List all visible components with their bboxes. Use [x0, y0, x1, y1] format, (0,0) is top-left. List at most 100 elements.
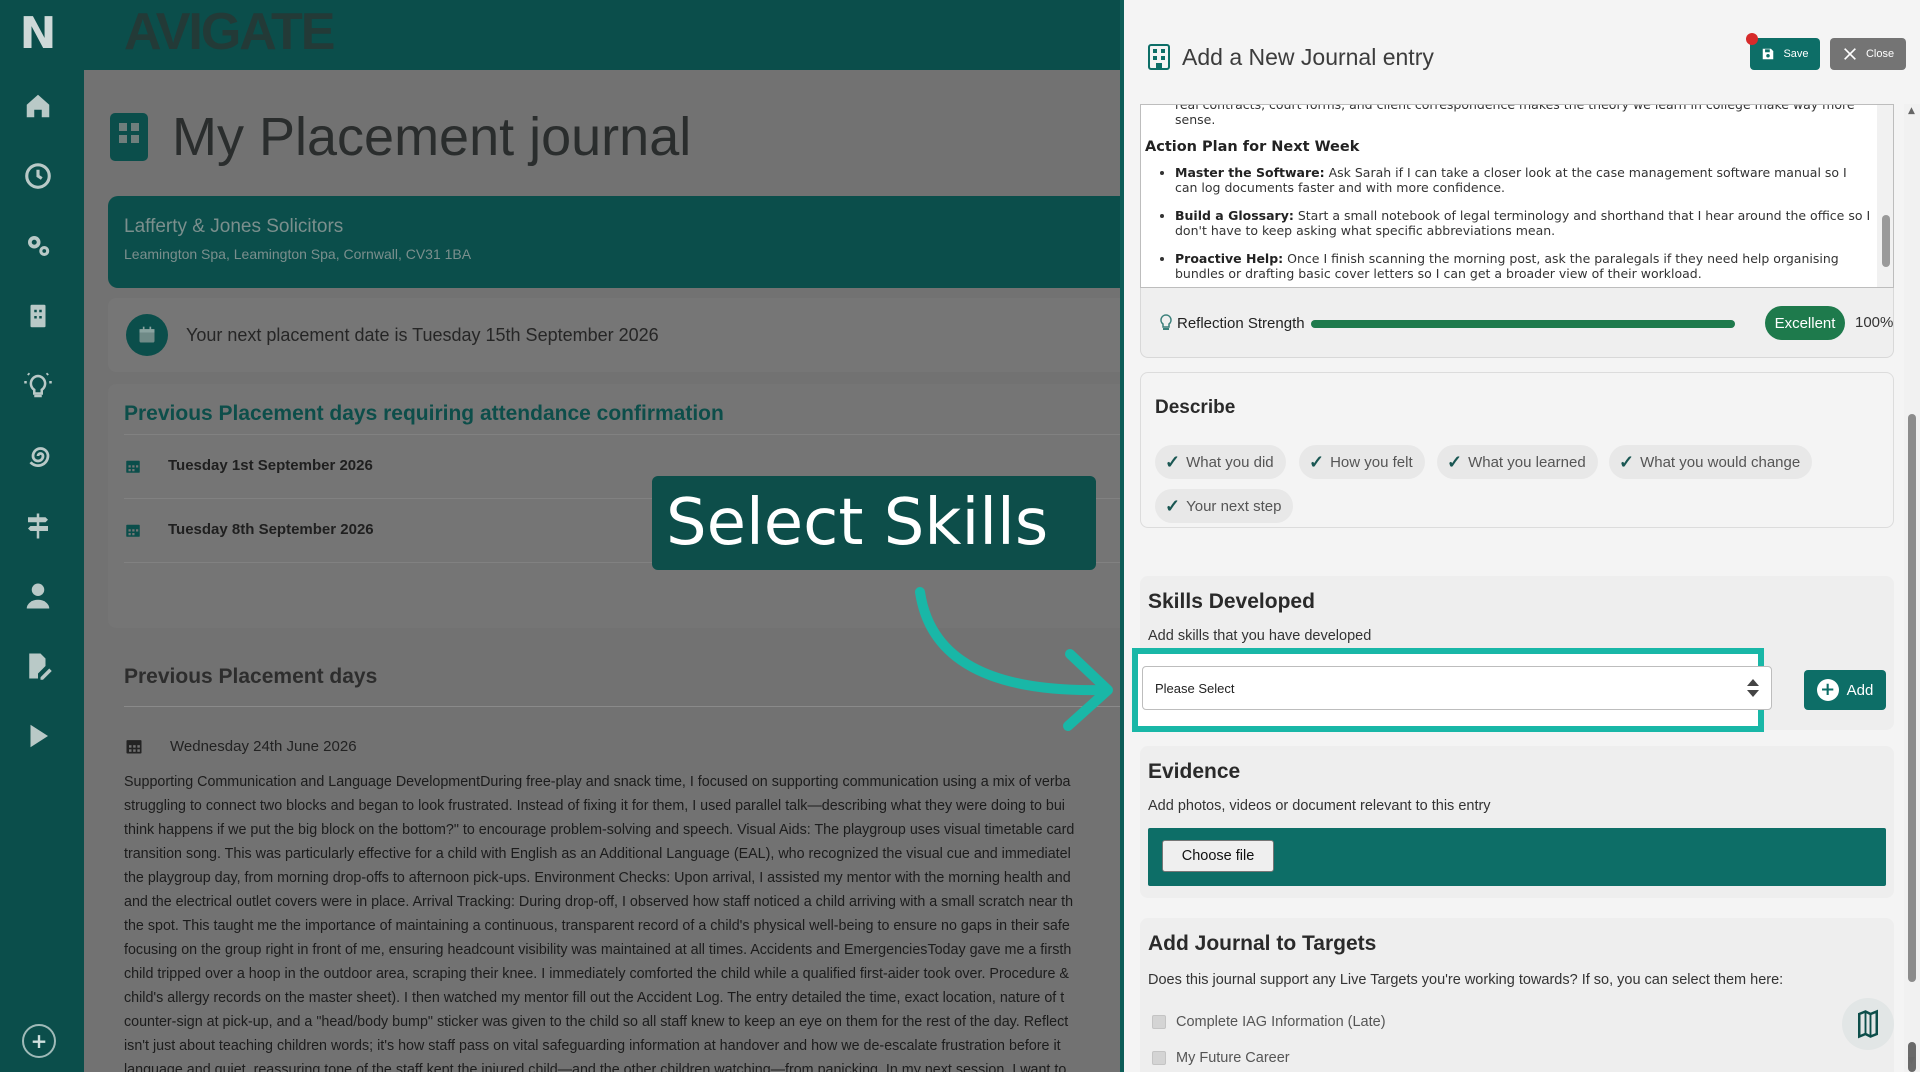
save-label: Save [1783, 48, 1809, 60]
building-icon [110, 113, 148, 161]
check-icon: ✓ [1309, 451, 1325, 472]
placement-card[interactable]: Lafferty & Jones Solicitors Leamington S… [108, 196, 1120, 288]
sidebar-nav: N + [0, 0, 84, 1072]
edit-document-icon[interactable] [18, 646, 58, 686]
add-label: Add [1846, 681, 1874, 699]
entry-line: child tripped over a hoop in the outdoor… [124, 966, 1069, 982]
main-content: My Placement journal Lafferty & Jones So… [84, 70, 1120, 1072]
page-title: My Placement journal [172, 107, 692, 167]
plus-circle-icon[interactable]: + [22, 1024, 56, 1058]
lightbulb-icon[interactable] [18, 366, 58, 406]
plus-icon: + [1816, 679, 1839, 701]
entry-line: transition song. This was particularly e… [124, 846, 1071, 862]
describe-chip[interactable]: ✓ How you felt [1299, 445, 1425, 479]
calendar-icon [126, 314, 168, 356]
reflection-progress-bar [1311, 320, 1735, 328]
editor-heading: Action Plan for Next Week [1145, 139, 1360, 155]
page-header: My Placement journal [110, 106, 691, 168]
choose-file-button[interactable]: Choose file [1162, 840, 1274, 872]
gears-icon[interactable] [18, 226, 58, 266]
play-icon[interactable] [18, 716, 58, 756]
skills-subtitle: Add skills that you have developed [1148, 628, 1372, 644]
check-icon: ✓ [1619, 451, 1635, 472]
spiral-icon[interactable] [18, 436, 58, 476]
check-icon: ✓ [1165, 495, 1181, 516]
close-label: Close [1865, 48, 1895, 60]
building-icon[interactable] [18, 296, 58, 336]
unsaved-indicator [1746, 33, 1758, 45]
entry-date: Wednesday 24th June 2026 [170, 737, 357, 755]
entry-line: struggling to connect two blocks and beg… [124, 798, 1065, 814]
scroll-up-icon[interactable]: ▲ [1908, 106, 1915, 116]
entry-line: think happens if we put the big block on… [124, 822, 1075, 838]
add-skill-button[interactable]: + Add [1804, 670, 1886, 710]
skills-select-value: Please Select [1155, 680, 1235, 696]
panel-header: Add a New Journal entry Save Close [1124, 0, 1920, 104]
entry-line: counter-sign at pick-up, and a "head/bod… [124, 1014, 1069, 1030]
evidence-title: Evidence [1148, 760, 1241, 783]
home-icon[interactable] [18, 86, 58, 126]
reflection-percent: 100% [1855, 314, 1894, 331]
entry-line: and the electrical outlet covers were in… [124, 894, 1074, 910]
reflection-badge: Excellent [1765, 306, 1845, 340]
target-option[interactable]: My Future Career [1152, 1050, 1290, 1066]
editor-bullet: Build a Glossary: Start a small notebook… [1175, 208, 1873, 238]
targets-card: Add Journal to Targets Does this journal… [1140, 918, 1894, 1072]
describe-chip[interactable]: ✓ What you would change [1609, 445, 1813, 479]
target-checkbox[interactable] [1152, 1051, 1166, 1065]
entry-date-row: Wednesday 24th June 2026 [124, 736, 357, 756]
editor-bullet: Proactive Help: Once I finish scanning t… [1175, 251, 1873, 281]
entry-line: Supporting Communication and Language De… [124, 774, 1071, 790]
reflection-strength-card: Reflection Strength Excellent 100% [1140, 288, 1894, 358]
target-checkbox[interactable] [1152, 1015, 1166, 1029]
assistant-widget-icon[interactable] [1842, 998, 1894, 1050]
describe-chip[interactable]: ✓ Your next step [1155, 489, 1294, 523]
scroll-down-icon[interactable]: ▼ [1908, 1056, 1915, 1066]
editor-bullet: Master the Software: Ask Sarah if I can … [1175, 165, 1873, 195]
user-icon[interactable] [18, 576, 58, 616]
clock-icon[interactable] [18, 156, 58, 196]
check-icon: ✓ [1447, 451, 1463, 472]
tutorial-arrow-icon [915, 587, 1113, 731]
close-button[interactable]: Close [1830, 38, 1906, 70]
signpost-icon[interactable] [18, 506, 58, 546]
target-label: My Future Career [1176, 1050, 1290, 1066]
target-option[interactable]: Complete IAG Information (Late) [1152, 1014, 1386, 1030]
save-button[interactable]: Save [1750, 38, 1820, 70]
describe-chip[interactable]: ✓ What you did [1155, 445, 1286, 479]
editor-scrollbar[interactable] [1877, 105, 1893, 287]
app-logo[interactable]: N [18, 12, 58, 56]
check-icon: ✓ [1165, 451, 1181, 472]
brand-logo[interactable]: AVIGATE [124, 2, 335, 62]
editor-content: real contracts, court forms, and client … [1145, 105, 1873, 287]
describe-chip[interactable]: ✓ What you learned [1437, 445, 1598, 479]
placement-name: Lafferty & Jones Solicitors [124, 216, 344, 237]
skills-select[interactable]: Please Select [1142, 666, 1772, 710]
entry-line: isn't just about teaching children words… [124, 1038, 1061, 1054]
panel-scrollbar[interactable]: ▲ ▼ [1904, 104, 1920, 1072]
target-label: Complete IAG Information (Late) [1176, 1014, 1386, 1030]
describe-title: Describe [1155, 397, 1236, 418]
entry-line: the spot. This taught me the importance … [124, 918, 1070, 934]
tutorial-callout: Select Skills [652, 476, 1096, 570]
reflection-label: Reflection Strength [1159, 314, 1305, 332]
close-icon [1844, 48, 1856, 60]
editor-bullet-list: Master the Software: Ask Sarah if I can … [1145, 165, 1873, 281]
journal-text-editor[interactable]: real contracts, court forms, and client … [1140, 104, 1894, 288]
file-upload-bar: Choose file [1148, 828, 1886, 886]
describe-card: Describe ✓ What you did ✓ How you felt ✓ Wh… [1140, 372, 1894, 528]
section-title: Previous Placement days requiring attend… [124, 402, 724, 425]
entry-line: child's allergy records on the master sh… [124, 990, 1065, 1006]
calendar-icon [126, 460, 140, 473]
select-arrows-icon [1747, 679, 1759, 697]
panel-scroll-thumb[interactable] [1908, 414, 1916, 982]
editor-scroll-thumb[interactable] [1882, 215, 1890, 267]
evidence-card: Evidence Add photos, videos or document … [1140, 746, 1894, 898]
reflection-progress-fill [1311, 320, 1735, 328]
top-header: AVIGATE [84, 0, 1120, 70]
building-icon [1148, 44, 1170, 70]
entry-line: the playgroup day, from morning drop-off… [124, 870, 1071, 886]
confirm-date: Tuesday 1st September 2026 [168, 457, 373, 474]
confirm-date: Tuesday 8th September 2026 [168, 521, 374, 538]
targets-subtitle: Does this journal support any Live Targe… [1148, 972, 1784, 988]
